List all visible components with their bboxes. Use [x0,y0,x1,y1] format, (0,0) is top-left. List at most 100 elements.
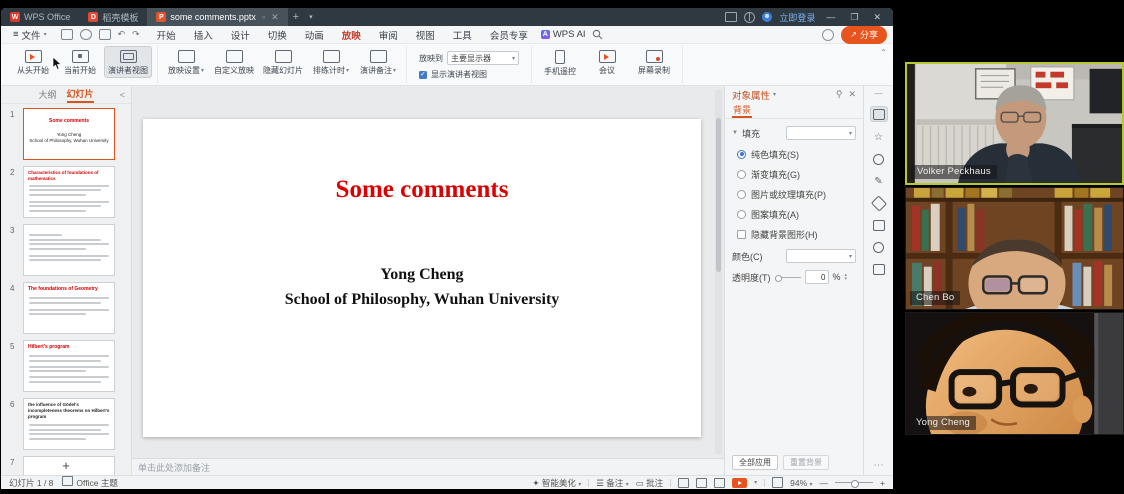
zoom-in-button[interactable]: + [880,478,885,488]
slide-thumbnail-1[interactable]: Some comments Yong Cheng School of Philo… [23,108,115,160]
video-tile-chenbo[interactable]: Chen Bo [905,187,1124,310]
notes-toggle-button[interactable]: ☰ 备注 ▾ [596,477,628,489]
option-solid-fill[interactable]: 纯色填充(S) [725,144,863,164]
tab-document[interactable]: P some comments.pptx ▫ ✕ [147,8,287,26]
hide-slide-button[interactable]: 隐藏幻灯片 [259,46,307,78]
from-beginning-button[interactable]: 从头开始 [10,46,56,78]
color-select[interactable]: ▾ [786,249,856,263]
section-collapse-icon[interactable]: ▼ [732,130,738,136]
phone-remote-button[interactable]: 手机遥控 [537,46,583,79]
slide-title[interactable]: Some comments [143,176,701,204]
slide-thumbnail-3[interactable] [23,224,115,276]
menu-slideshow[interactable]: 放映 [333,28,370,42]
star-icon[interactable]: ☆ [871,130,887,144]
menu-transition[interactable]: 切换 [259,28,296,42]
speaker-notes-button[interactable]: 演讲备注▾ [355,46,401,78]
restore-button[interactable]: ❐ [846,12,862,23]
properties-panel-icon[interactable] [870,106,888,122]
menu-design[interactable]: 设计 [222,28,259,42]
close-panel-icon[interactable]: ✕ [848,89,856,100]
tab-wps-home[interactable]: W WPS Office [1,8,79,26]
fill-preset-select[interactable]: ▾ [786,126,856,140]
print-icon[interactable] [99,29,111,40]
scrollbar-thumb[interactable] [716,118,721,272]
presenter-view-checkbox-row[interactable]: ✓ 显示演讲者视图 [419,69,519,80]
notification-icon[interactable] [822,29,834,41]
crop-icon[interactable] [871,218,887,232]
minimize-button[interactable]: — [822,12,839,22]
strip-collapse-icon[interactable]: — [875,89,883,98]
spinner-icons[interactable]: ▴▾ [845,273,848,281]
option-pattern-fill[interactable]: 图案填充(A) [725,204,863,224]
ribbon-collapse-icon[interactable]: ⌃ [880,48,887,57]
transparency-slider[interactable] [775,277,801,278]
option-picture-fill[interactable]: 图片或纹理填充(P) [725,184,863,204]
screen-record-button[interactable]: 屏幕录制 [631,46,677,78]
menu-insert[interactable]: 插入 [185,28,222,42]
rehearse-timings-button[interactable]: 排练计时▾ [308,46,354,78]
menu-home[interactable]: 开始 [148,28,185,42]
save-icon[interactable] [61,29,73,40]
slide-sorter-icon[interactable] [696,478,707,488]
slideshow-settings-button[interactable]: 放映设置▾ [163,46,209,78]
option-gradient-fill[interactable]: 渐变填充(G) [725,164,863,184]
zoom-out-button[interactable]: — [820,478,829,488]
start-slideshow-button[interactable] [732,478,747,488]
share-button[interactable]: ↗ 分享 [841,26,887,44]
slide-thumbnail-2[interactable]: Characteristics of foundations of mathem… [23,166,115,218]
tab-outline[interactable]: 大纲 [38,88,56,101]
slide-thumbnail-4[interactable]: The foundations of Geometry [23,282,115,334]
notes-bar[interactable]: 单击此处添加备注 [132,458,724,475]
tab-close-icon[interactable]: ✕ [271,12,279,23]
reading-view-icon[interactable] [714,478,725,488]
login-link[interactable]: 立即登录 [779,11,815,24]
add-slide-button[interactable]: + [1,459,131,472]
from-current-button[interactable]: 当前开始 [57,46,103,78]
apply-all-button[interactable]: 全部应用 [732,455,778,470]
selection-pane-icon[interactable] [871,262,887,276]
comment-button[interactable]: ▭ 批注 [636,477,663,489]
animation-pane-icon[interactable] [871,196,887,210]
tab-list-chevron-icon[interactable]: ▾ [304,13,318,21]
file-menu-button[interactable]: ≡ 文件 ▾ [7,28,53,42]
current-slide[interactable]: Some comments Yong Cheng School of Philo… [143,119,701,437]
option-hide-background[interactable]: 隐藏背景图形(H) [725,224,863,244]
transparency-value[interactable]: 0 [805,270,829,284]
tab-docer[interactable]: D 稻壳模板 [79,8,147,26]
search-icon[interactable] [592,29,603,40]
undo-icon[interactable]: ↶ [118,29,126,40]
theme-indicator[interactable]: Office 主题 [62,476,117,489]
presenter-view-button[interactable]: 演讲者视图 [104,46,152,78]
avatar[interactable] [762,12,772,22]
menu-animation[interactable]: 动画 [296,28,333,42]
chevron-down-icon[interactable]: ▾ [773,91,776,98]
slideshow-options-icon[interactable]: ▾ [754,479,757,486]
collapse-panel-icon[interactable]: < [120,90,125,100]
menu-member[interactable]: 会员专享 [481,28,537,42]
fit-slide-icon[interactable] [772,477,783,488]
new-tab-button[interactable]: + [288,11,304,23]
video-tile-yongcheng[interactable]: Yong Cheng [905,312,1124,435]
layout-icon[interactable] [725,12,737,22]
export-icon[interactable] [80,29,92,40]
slide-thumbnail-5[interactable]: Hilbert's program [23,340,115,392]
slide-canvas[interactable]: Some comments Yong Cheng School of Philo… [132,86,724,458]
help-icon[interactable] [871,240,887,254]
smart-beautify-button[interactable]: ✦ 智能美化 ▾ [532,477,581,489]
comment-bubble-icon[interactable] [871,152,887,166]
pin-icon[interactable]: ⚲ [836,89,843,100]
globe-icon[interactable] [744,12,755,23]
video-tile-volker[interactable]: Volker Peckhaus [905,62,1124,185]
more-icons[interactable]: ⋯ [874,460,884,471]
close-button[interactable]: ✕ [869,12,885,23]
menu-tools[interactable]: 工具 [444,28,481,42]
menu-review[interactable]: 审阅 [370,28,407,42]
tab-background[interactable]: 背景 [732,103,752,118]
custom-show-button[interactable]: 自定义放映 [210,46,258,78]
zoom-slider[interactable] [835,482,873,483]
reset-background-button[interactable]: 重置背景 [783,455,829,470]
meeting-button[interactable]: 会议 [584,46,630,78]
zoom-level[interactable]: 94% ▾ [790,478,812,488]
slide-thumbnail-6[interactable]: the influence of Gödel's incompleteness … [23,398,115,450]
redo-icon[interactable]: ↷ [132,29,140,40]
